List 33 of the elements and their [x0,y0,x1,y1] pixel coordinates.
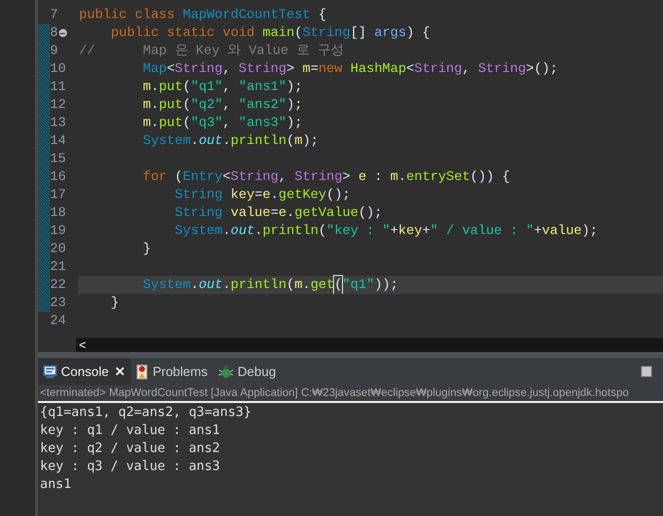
line-number: 17 [50,186,66,204]
line-number: 20 [50,240,66,258]
fold-icon[interactable] [58,29,67,37]
line-number: 18 [50,204,66,222]
line-number: 11 [50,78,66,96]
line-number: 23 [50,294,66,312]
line-number: 8 [50,24,58,42]
panel-tab[interactable]: Debug [212,358,281,385]
line-number: 13 [50,114,66,132]
problems-icon [136,364,149,380]
line-number: 15 [50,150,66,168]
console-output-line: ans1 [40,476,72,494]
panel-tab[interactable]: Problems [130,358,213,385]
line-number: 16 [50,168,66,186]
console-output-line: {q1=ans1, q2=ans2, q3=ans3} [40,404,252,422]
line-number: 9 [50,42,58,60]
scroll-left-button[interactable]: < [79,339,86,351]
line-number: 24 [50,312,66,330]
line-number: 10 [50,60,66,78]
monitor-icon [43,365,57,378]
line-number: 19 [50,222,66,240]
panel-tab[interactable]: Console ✕ [38,358,131,385]
line-number: 7 [50,6,58,24]
line-number: 12 [50,96,66,114]
line-number: 22 [50,276,66,294]
line-number: 14 [50,132,66,150]
console-output-line: key : q2 / value : ans2 [40,440,222,458]
line-number: 21 [50,258,66,276]
console-output-line: key : q1 / value : ans1 [40,422,222,440]
bug-icon [218,364,234,378]
close-icon[interactable]: ✕ [114,362,126,382]
console-header: <terminated> MapWordCountTest [Java Application] C:₩23javaset₩eclipse₩plugins₩org.eclipse.justj.openjdk.hotspo [40,386,629,401]
console-output-line: key : q3 / value : ans3 [40,458,222,476]
